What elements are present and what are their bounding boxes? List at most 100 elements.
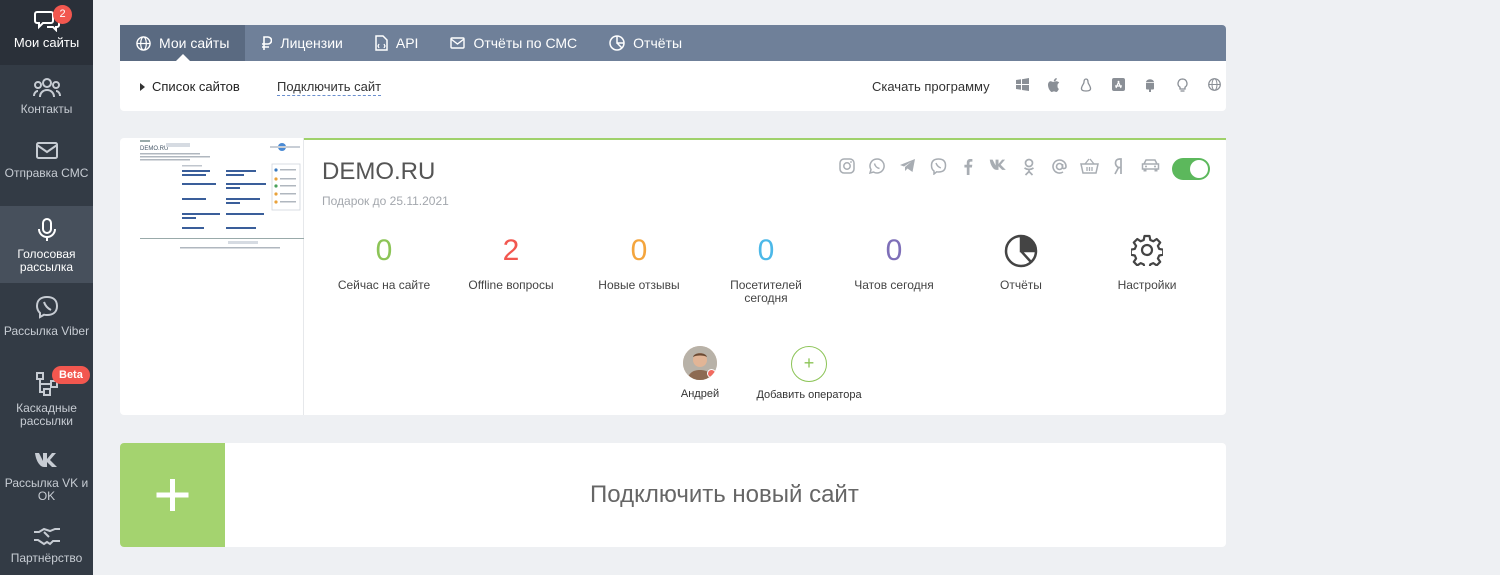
- handshake-icon: [33, 527, 60, 546]
- linux-icon[interactable]: [1070, 78, 1102, 92]
- document-icon: [375, 35, 388, 51]
- basket-icon[interactable]: [1074, 158, 1104, 176]
- sub-toolbar: Список сайтов Подключить сайт Скачать пр…: [120, 61, 1226, 111]
- vk-icon: [34, 453, 57, 467]
- sidebar-item-my-sites[interactable]: Мои сайты 2: [0, 0, 93, 65]
- pie-chart-icon: [958, 234, 1084, 274]
- tab-label: Отчёты: [633, 35, 683, 51]
- site-title[interactable]: DEMO.RU: [322, 158, 435, 186]
- stat-new-reviews[interactable]: 0 Новые отзывы: [576, 234, 702, 292]
- sidebar-item-viber[interactable]: Рассылка Viber: [0, 283, 93, 360]
- stat-online-now[interactable]: 0 Сейчас на сайте: [321, 234, 447, 292]
- instagram-icon[interactable]: [832, 158, 862, 176]
- add-operator-button[interactable]: + Добавить оператора: [749, 346, 869, 401]
- sidebar-item-partnership[interactable]: Партнёрство: [0, 514, 93, 573]
- connect-new-site-button[interactable]: Подключить новый сайт: [120, 443, 1226, 547]
- odnoklassniki-icon[interactable]: [1014, 158, 1044, 176]
- telegram-icon[interactable]: [893, 158, 923, 176]
- sidebar-item-contacts[interactable]: Контакты: [0, 65, 93, 129]
- sidebar-item-label: Голосовая рассылка: [17, 247, 76, 274]
- sidebar-item-label: Отправка СМС: [4, 166, 89, 180]
- pie-chart-icon: [609, 35, 625, 51]
- avatar: [683, 346, 717, 380]
- connect-site-link[interactable]: Подключить сайт: [277, 79, 382, 96]
- tab-api[interactable]: API: [359, 25, 435, 61]
- appstore-icon[interactable]: [1102, 78, 1134, 92]
- site-enabled-toggle[interactable]: [1172, 158, 1210, 180]
- connect-new-site-label: Подключить новый сайт: [590, 481, 859, 508]
- stat-label: Посетителей сегодня: [730, 278, 802, 305]
- stat-label: Чатов сегодня: [854, 278, 934, 292]
- stat-value: 2: [502, 234, 520, 267]
- channel-icons: [832, 158, 1165, 176]
- tab-label: Отчёты по СМС: [473, 35, 578, 51]
- beta-badge: Beta: [52, 366, 90, 384]
- stat-offline-questions[interactable]: 2 Offline вопросы: [448, 234, 574, 292]
- viber-icon: [35, 295, 58, 319]
- microphone-icon: [37, 218, 56, 241]
- sidebar-item-label: Контакты: [20, 102, 73, 116]
- stat-label: Новые отзывы: [598, 278, 680, 292]
- stat-value: 0: [885, 234, 903, 267]
- ruble-icon: [262, 35, 273, 50]
- status-line: [304, 138, 1226, 140]
- envelope-icon: [35, 142, 58, 159]
- svg-text:DEMO.RU: DEMO.RU: [140, 146, 168, 152]
- site-list-label: Список сайтов: [152, 79, 240, 94]
- gear-icon: [1084, 234, 1210, 274]
- triangle-right-icon: [140, 82, 145, 91]
- viber-icon[interactable]: [923, 158, 953, 176]
- web-icon[interactable]: [1198, 78, 1230, 92]
- sidebar-item-voice[interactable]: Голосовая рассылка: [0, 206, 93, 283]
- reports-label: Отчёты: [1000, 278, 1042, 292]
- car-icon[interactable]: [1135, 158, 1165, 176]
- operator-andrey[interactable]: Андрей: [640, 346, 760, 400]
- stat-value: 0: [757, 234, 775, 267]
- vk-icon[interactable]: [983, 158, 1013, 176]
- settings-button[interactable]: Настройки: [1084, 234, 1210, 292]
- tab-label: Лицензии: [280, 35, 343, 51]
- settings-label: Настройки: [1117, 278, 1177, 292]
- top-tabs: Мои сайты Лицензии API Отчёты по СМС Отч…: [120, 25, 1226, 61]
- apple-icon[interactable]: [1038, 78, 1070, 92]
- android-icon[interactable]: [1134, 78, 1166, 92]
- operator-name: Андрей: [680, 388, 720, 400]
- stat-label: Сейчас на сайте: [337, 278, 431, 292]
- sidebar-item-label: Рассылка VK и OK: [4, 476, 89, 503]
- windows-icon[interactable]: [1006, 78, 1038, 92]
- reports-button[interactable]: Отчёты: [958, 234, 1084, 292]
- users-icon: [32, 78, 61, 98]
- tab-my-sites[interactable]: Мои сайты: [120, 25, 246, 61]
- tab-label: Мои сайты: [159, 35, 230, 51]
- site-card: DEMO.RU DEMO.RU Подарок до 25.11.2021 0 …: [120, 138, 1226, 415]
- site-list-toggle[interactable]: Список сайтов: [140, 79, 240, 94]
- sidebar-item-label: Каскадные рассылки: [16, 401, 77, 428]
- yandex-icon[interactable]: [1105, 158, 1135, 176]
- whatsapp-icon[interactable]: [862, 158, 892, 176]
- stat-chats-today[interactable]: 0 Чатов сегодня: [831, 234, 957, 292]
- gift-info: Подарок до 25.11.2021: [322, 194, 449, 208]
- sidebar-item-label: Рассылка Viber: [3, 324, 90, 338]
- offline-status-dot: [707, 369, 716, 378]
- plus-icon: [120, 443, 225, 547]
- facebook-icon[interactable]: [953, 158, 983, 176]
- email-icon[interactable]: [1044, 158, 1074, 176]
- sidebar-item-vk-ok[interactable]: Рассылка VK и OK: [0, 437, 93, 514]
- platform-downloads: [1006, 78, 1230, 92]
- download-label: Скачать программу: [872, 79, 990, 94]
- sidebar-item-label: Партнёрство: [10, 551, 83, 565]
- add-operator-label: Добавить оператора: [756, 389, 862, 401]
- bulb-icon[interactable]: [1166, 78, 1198, 92]
- stat-label: Offline вопросы: [468, 278, 554, 292]
- tab-sms-reports[interactable]: Отчёты по СМС: [434, 25, 593, 61]
- stat-visitors-today[interactable]: 0 Посетителей сегодня: [703, 234, 829, 305]
- tab-reports[interactable]: Отчёты: [593, 25, 698, 61]
- sidebar: Мои сайты 2 Контакты Отправка СМС Голосо…: [0, 0, 93, 575]
- stat-value: 0: [375, 234, 393, 267]
- notification-badge: 2: [53, 5, 72, 24]
- tab-licenses[interactable]: Лицензии: [245, 25, 358, 61]
- sidebar-item-label: Мои сайты: [13, 35, 80, 50]
- globe-icon: [136, 35, 151, 51]
- site-thumbnail[interactable]: DEMO.RU: [120, 138, 304, 415]
- sidebar-item-sms[interactable]: Отправка СМС: [0, 129, 93, 206]
